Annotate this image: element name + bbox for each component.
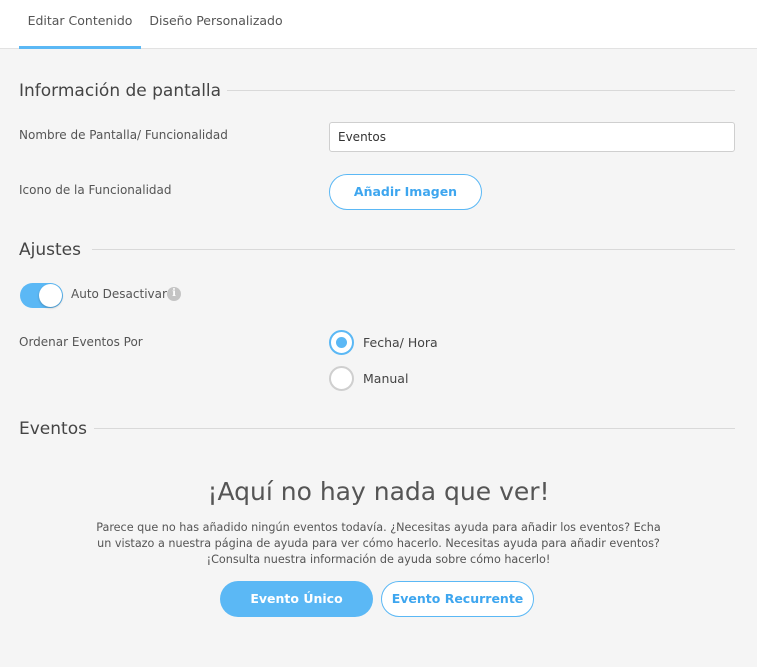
screen-name-input[interactable] <box>329 122 735 152</box>
empty-state-title: ¡Aquí no hay nada que ver! <box>207 477 550 506</box>
single-event-button[interactable]: Evento Único <box>220 581 373 617</box>
radio-fecha-hora[interactable] <box>329 330 354 355</box>
auto-deactivate-label: Auto Desactivar <box>71 287 167 301</box>
section-title-screen-info: Información de pantalla <box>19 81 222 101</box>
info-icon[interactable]: i <box>167 287 181 301</box>
section-divider <box>227 90 735 91</box>
section-divider <box>94 428 735 429</box>
section-title-events: Eventos <box>19 419 87 439</box>
tab-diseno-personalizado[interactable]: Diseño Personalizado <box>145 0 287 48</box>
feature-icon-label: Icono de la Funcionalidad <box>19 183 172 197</box>
recurring-event-button[interactable]: Evento Recurrente <box>381 581 534 617</box>
section-title-settings: Ajustes <box>19 240 81 260</box>
empty-state-description: Parece que no has añadido ningún eventos… <box>96 521 661 566</box>
toggle-knob <box>39 284 62 307</box>
radio-label-fecha-hora: Fecha/ Hora <box>363 335 438 350</box>
section-divider <box>92 249 735 250</box>
tab-editar-contenido[interactable]: Editar Contenido <box>19 0 141 49</box>
auto-deactivate-toggle[interactable] <box>20 283 63 308</box>
radio-label-manual: Manual <box>363 371 409 386</box>
tab-bar: Editar Contenido Diseño Personalizado <box>0 0 757 49</box>
add-image-button[interactable]: Añadir Imagen <box>329 174 482 210</box>
radio-manual[interactable] <box>329 366 354 391</box>
order-events-label: Ordenar Eventos Por <box>19 335 143 349</box>
screen-name-label: Nombre de Pantalla/ Funcionalidad <box>19 128 228 142</box>
